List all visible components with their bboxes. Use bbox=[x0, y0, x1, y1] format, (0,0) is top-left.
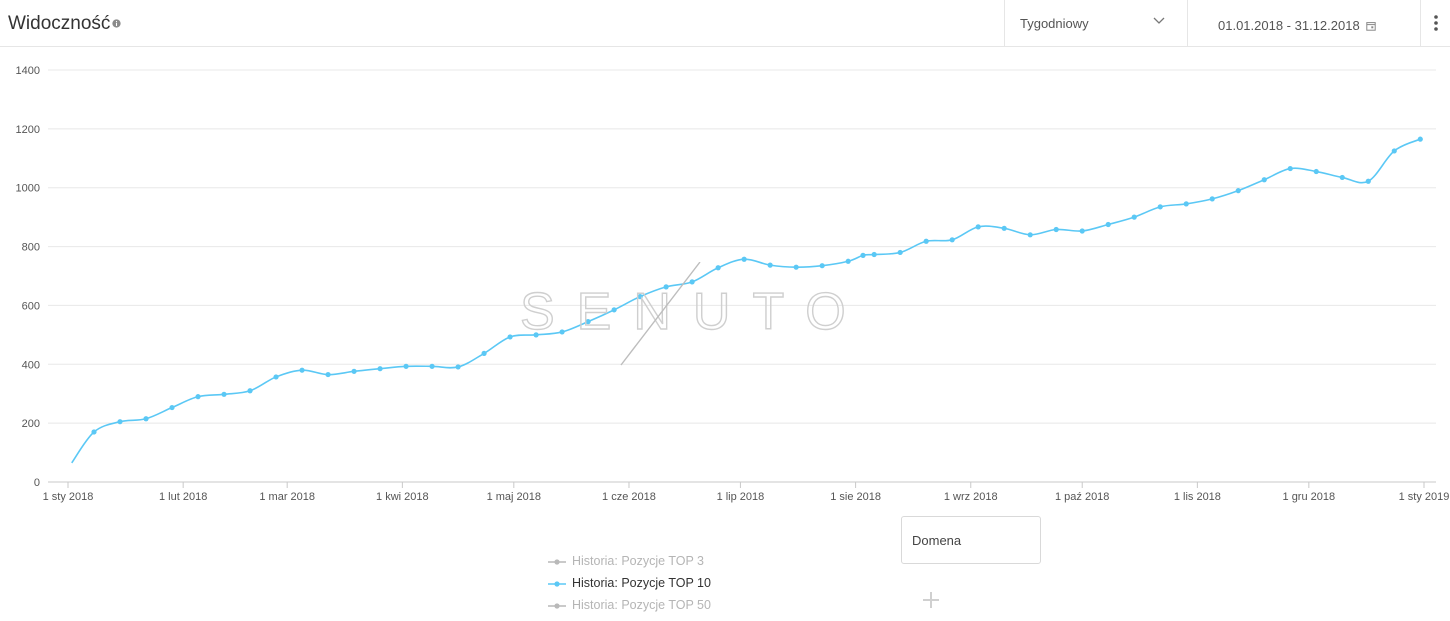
calendar-icon bbox=[1366, 22, 1376, 31]
data-point[interactable] bbox=[273, 374, 279, 380]
legend-label: Historia: Pozycje TOP 50 bbox=[572, 598, 711, 612]
legend-symbol-icon bbox=[548, 559, 566, 565]
date-range-value: 01.01.2018 - 31.12.2018 bbox=[1218, 18, 1360, 33]
data-point[interactable] bbox=[1053, 226, 1059, 233]
legend-symbol-icon bbox=[548, 581, 566, 587]
chevron-down-icon bbox=[1153, 17, 1165, 24]
x-tick-label: 1 wrz 2018 bbox=[944, 491, 998, 503]
data-point[interactable] bbox=[117, 419, 123, 425]
data-point[interactable] bbox=[1417, 136, 1423, 142]
y-tick-label: 1400 bbox=[16, 65, 40, 77]
date-range-picker[interactable]: 01.01.2018 - 31.12.2018 bbox=[1188, 0, 1420, 46]
data-point[interactable] bbox=[247, 388, 253, 394]
senuto-watermark-logo: SENUTO bbox=[519, 262, 868, 366]
y-tick-label: 800 bbox=[22, 242, 40, 254]
x-tick-label: 1 maj 2018 bbox=[487, 491, 541, 503]
page-title: Widoczność bbox=[8, 13, 111, 34]
data-point[interactable] bbox=[195, 394, 201, 400]
data-point[interactable] bbox=[429, 363, 435, 369]
domain-selector[interactable]: Domena bbox=[901, 516, 1041, 564]
y-tick-label: 200 bbox=[22, 418, 40, 430]
y-tick-label: 1000 bbox=[16, 183, 40, 195]
data-point[interactable] bbox=[1391, 148, 1397, 154]
legend-item[interactable]: Historia: Pozycje TOP 3 bbox=[548, 552, 711, 574]
divider bbox=[1420, 0, 1421, 46]
data-point[interactable] bbox=[1001, 225, 1007, 231]
data-point[interactable] bbox=[377, 366, 383, 372]
data-point[interactable] bbox=[923, 238, 929, 244]
data-point[interactable] bbox=[507, 334, 513, 340]
info-icon[interactable] bbox=[112, 19, 121, 28]
data-point[interactable] bbox=[1287, 165, 1293, 172]
data-point[interactable] bbox=[1209, 196, 1215, 202]
data-point[interactable] bbox=[860, 252, 866, 258]
data-point[interactable] bbox=[1183, 201, 1189, 207]
x-tick-label: 1 sty 2018 bbox=[43, 491, 94, 503]
data-point[interactable] bbox=[1313, 168, 1319, 175]
data-point[interactable] bbox=[975, 224, 981, 230]
data-point[interactable] bbox=[1079, 228, 1085, 234]
data-point[interactable] bbox=[949, 237, 955, 243]
x-tick-label: 1 mar 2018 bbox=[259, 491, 315, 503]
data-point[interactable] bbox=[871, 251, 877, 258]
y-tick-label: 1200 bbox=[16, 124, 40, 136]
data-point[interactable] bbox=[1027, 232, 1033, 238]
legend-item[interactable]: Historia: Pozycje TOP 50 bbox=[548, 596, 711, 618]
data-point[interactable] bbox=[1261, 177, 1267, 183]
data-point[interactable] bbox=[1235, 188, 1241, 194]
x-tick-label: 1 lut 2018 bbox=[159, 491, 207, 503]
legend-item[interactable]: Historia: Pozycje TOP 10 bbox=[548, 574, 711, 596]
y-tick-label: 0 bbox=[34, 477, 40, 489]
x-tick-label: 1 lis 2018 bbox=[1174, 491, 1221, 503]
data-point[interactable] bbox=[169, 404, 175, 411]
legend-label: Historia: Pozycje TOP 3 bbox=[572, 554, 705, 568]
data-point[interactable] bbox=[221, 391, 227, 397]
x-tick-label: 1 sty 2019 bbox=[1399, 491, 1450, 503]
data-point[interactable] bbox=[403, 363, 409, 369]
x-tick-label: 1 paź 2018 bbox=[1055, 491, 1109, 503]
data-point[interactable] bbox=[455, 364, 461, 370]
x-tick-label: 1 gru 2018 bbox=[1283, 491, 1336, 503]
more-options-icon[interactable] bbox=[1428, 12, 1444, 34]
data-point[interactable] bbox=[481, 350, 487, 356]
data-point[interactable] bbox=[1365, 178, 1371, 184]
chart-header: Widoczność Tygodniowy 01.01.2018 - 31.12… bbox=[0, 0, 1450, 47]
data-point[interactable] bbox=[897, 249, 903, 256]
x-tick-label: 1 cze 2018 bbox=[602, 491, 656, 503]
data-point[interactable] bbox=[1157, 204, 1163, 210]
data-point[interactable] bbox=[91, 429, 97, 435]
data-point[interactable] bbox=[1131, 214, 1137, 220]
x-tick-label: 1 lip 2018 bbox=[717, 491, 765, 503]
y-tick-label: 400 bbox=[22, 359, 40, 371]
period-select-value: Tygodniowy bbox=[1020, 16, 1089, 31]
legend-label: Historia: Pozycje TOP 10 bbox=[572, 576, 711, 590]
domain-label: Domena bbox=[912, 533, 962, 548]
data-point[interactable] bbox=[351, 368, 357, 374]
y-tick-label: 600 bbox=[22, 300, 40, 312]
legend-symbol-icon bbox=[548, 603, 566, 609]
data-point[interactable] bbox=[1339, 174, 1345, 181]
period-select[interactable]: Tygodniowy bbox=[1005, 0, 1187, 46]
data-point[interactable] bbox=[143, 416, 149, 422]
watermark-text: SENUTO bbox=[520, 283, 868, 341]
data-point[interactable] bbox=[1105, 221, 1111, 228]
add-domain-plus-icon[interactable] bbox=[921, 590, 941, 610]
chart-legend: Historia: Pozycje TOP 3 Historia: Pozycje… bbox=[548, 552, 711, 618]
data-point[interactable] bbox=[299, 367, 305, 373]
data-point[interactable] bbox=[325, 371, 331, 378]
x-tick-label: 1 sie 2018 bbox=[830, 491, 881, 503]
x-tick-label: 1 kwi 2018 bbox=[376, 491, 429, 503]
